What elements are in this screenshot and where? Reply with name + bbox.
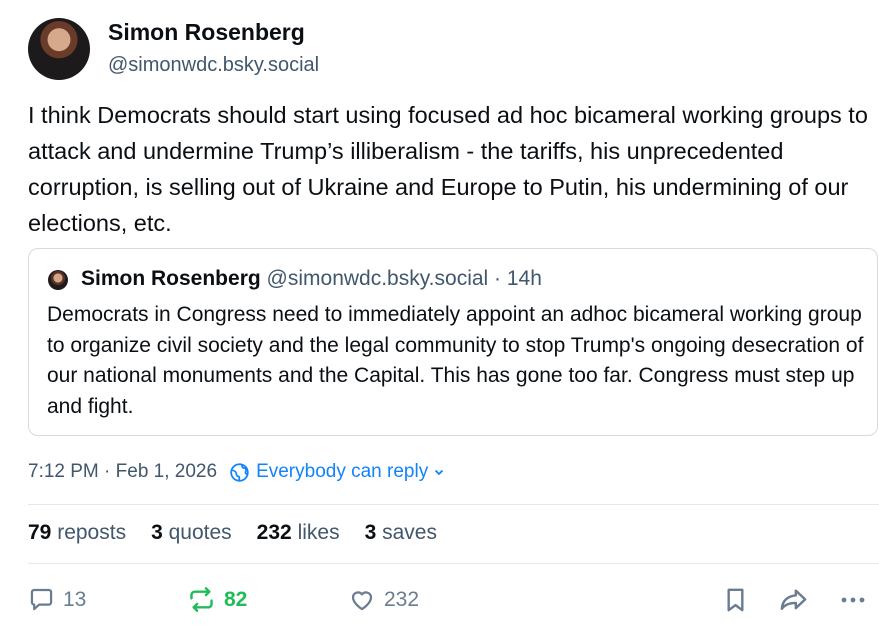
quoted-post-header: Simon Rosenberg @simonwdc.bsky.social · … [81,267,542,291]
reposts-stat[interactable]: 79 reposts [28,521,126,545]
saves-label: saves [382,521,437,544]
engagement-stats: 79 reposts 3 quotes 232 likes 3 saves [28,521,462,545]
quotes-count: 3 [151,521,163,544]
chevron-down-icon [435,469,444,476]
post-meta-row: 7:12 PM · Feb 1, 2026 Everybody can repl… [28,461,445,483]
post-thread-item: Simon Rosenberg @simonwdc.bsky.social I … [0,0,879,639]
reply-setting-label: Everybody can reply [256,461,429,482]
reposts-count: 79 [28,521,52,544]
repost-icon [190,587,213,612]
author-display-name[interactable]: Simon Rosenberg [108,19,305,46]
author-handle[interactable]: @simonwdc.bsky.social [108,54,319,77]
likes-count: 232 [256,521,292,544]
more-icon [841,597,865,603]
quoted-author-avatar [48,270,68,290]
like-button[interactable]: 232 [348,586,419,613]
quoted-author-name: Simon Rosenberg [81,267,261,290]
saves-count: 3 [364,521,377,544]
reply-icon [30,588,53,611]
more-options-button[interactable] [838,586,868,614]
bookmark-button[interactable] [723,586,748,614]
repost-count: 82 [224,587,248,611]
share-button[interactable] [778,586,809,614]
likes-label: likes [297,521,340,544]
author-avatar[interactable] [28,18,90,80]
share-icon [780,589,807,610]
quotes-label: quotes [168,521,232,544]
saves-stat[interactable]: 3 saves [365,521,437,545]
reposts-label: reposts [57,521,127,544]
quotes-stat[interactable]: 3 quotes [151,521,232,545]
bookmark-icon [727,588,744,612]
reply-setting-button[interactable]: Everybody can reply [229,461,445,483]
post-timestamp: 7:12 PM · Feb 1, 2026 [28,461,218,482]
divider [28,563,879,564]
likes-stat[interactable]: 232 likes [257,521,340,545]
divider [28,504,879,505]
quoted-post-card[interactable]: Simon Rosenberg @simonwdc.bsky.social · … [28,248,878,436]
post-actions-bar: 13 82 232 [0,582,879,622]
quoted-post-text: Democrats in Congress need to immediatel… [47,303,864,418]
repost-button[interactable]: 82 [187,586,247,613]
post-text: I think Democrats should start using foc… [28,102,868,236]
globe-icon [230,462,249,482]
like-count: 232 [384,587,420,611]
reply-count: 13 [63,587,87,611]
quoted-author-handle-time: @simonwdc.bsky.social · 14h [266,267,542,290]
like-icon [351,591,373,611]
reply-button[interactable]: 13 [28,586,86,613]
